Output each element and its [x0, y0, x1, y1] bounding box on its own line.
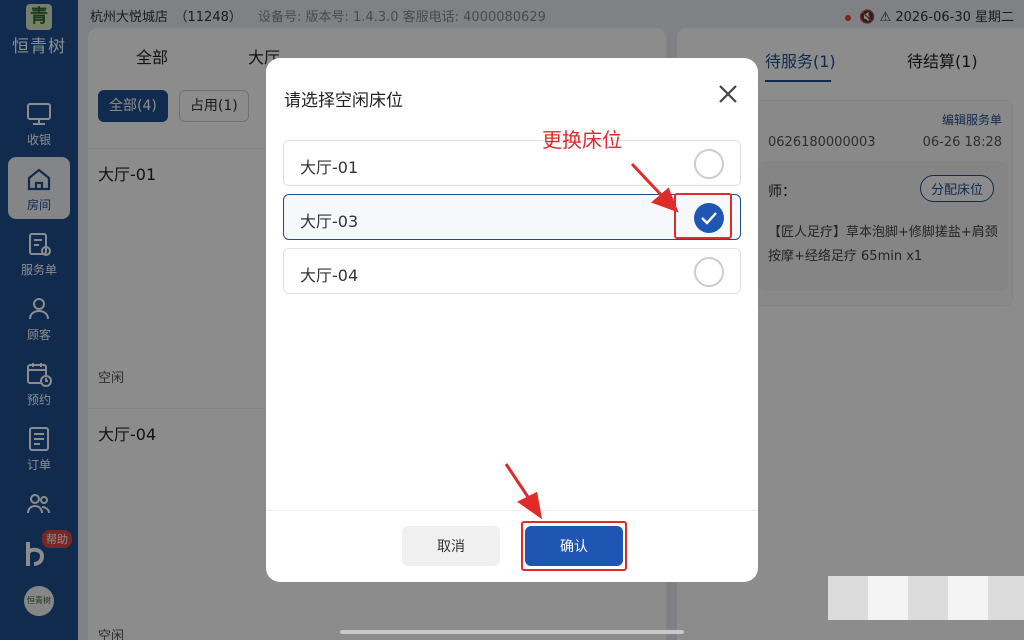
bed-name: 大厅-01 — [300, 158, 359, 177]
home-indicator[interactable] — [340, 630, 684, 634]
bed-name: 大厅-04 — [300, 266, 359, 285]
close-icon — [719, 85, 737, 103]
annotation-box-radio — [674, 193, 732, 239]
bed-list: 大厅-01 大厅-03 大厅-04 — [283, 140, 741, 302]
annotation-text: 更换床位 — [542, 128, 622, 152]
select-bed-dialog: 请选择空闲床位 大厅-01 大厅-03 大厅-04 取消 确认 — [266, 58, 758, 582]
bed-option[interactable]: 大厅-01 — [283, 140, 741, 186]
annotation-box-confirm — [521, 521, 627, 571]
dialog-divider — [266, 510, 758, 511]
blurred-region — [828, 576, 1024, 620]
close-button[interactable] — [716, 82, 740, 106]
radio-unchecked[interactable] — [694, 257, 724, 287]
radio-unchecked[interactable] — [694, 149, 724, 179]
bed-name: 大厅-03 — [300, 212, 359, 231]
cancel-button[interactable]: 取消 — [402, 526, 500, 566]
bed-option-selected[interactable]: 大厅-03 — [283, 194, 741, 240]
dialog-title: 请选择空闲床位 — [284, 91, 403, 111]
bed-option[interactable]: 大厅-04 — [283, 248, 741, 294]
